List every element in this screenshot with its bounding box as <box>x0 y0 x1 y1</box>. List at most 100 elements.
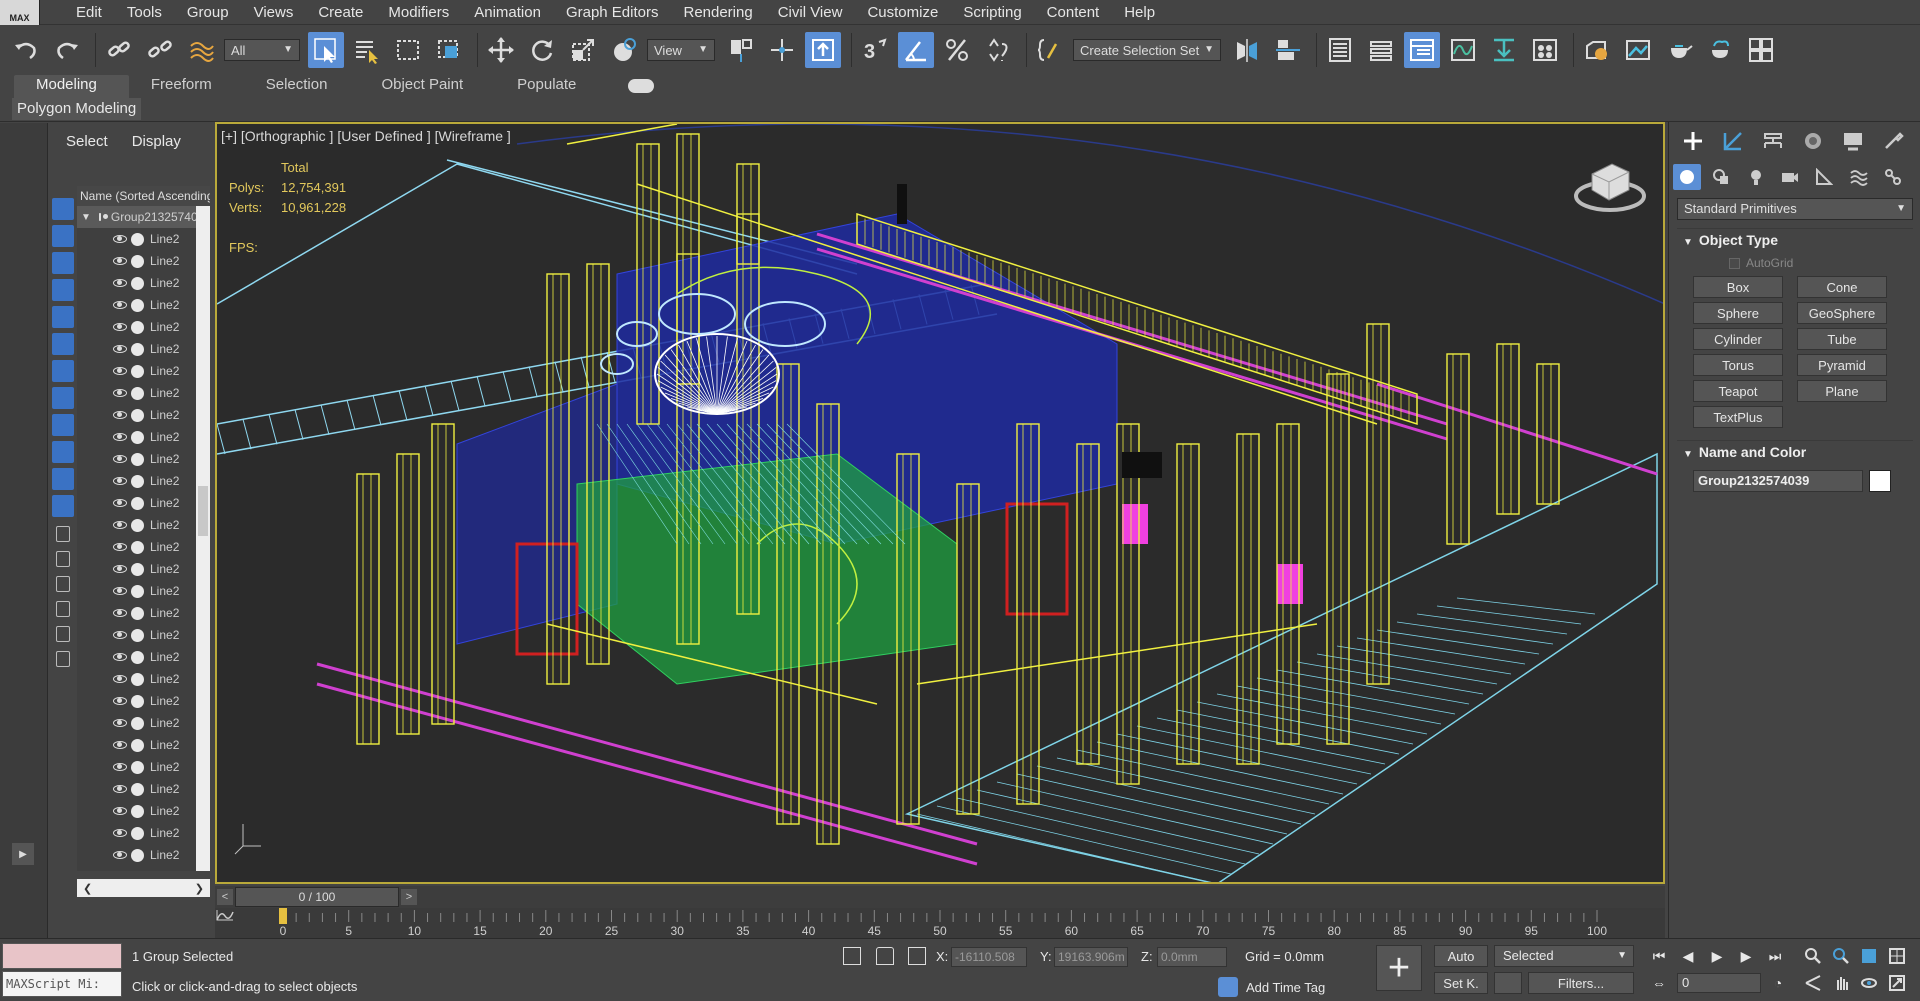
maxscript-mini-listener[interactable]: MAXScript Mi: <box>2 971 122 997</box>
select-and-rotate-button[interactable] <box>524 32 560 68</box>
use-pivot-center-button[interactable] <box>723 32 759 68</box>
scene-object-row[interactable]: Line2 <box>77 294 196 316</box>
primitive-pyramid-button[interactable]: Pyramid <box>1797 354 1887 376</box>
scrollbar-thumb[interactable] <box>198 486 208 536</box>
scene-object-row[interactable]: Line2 <box>77 514 196 536</box>
display-bones-icon[interactable] <box>52 414 74 436</box>
current-frame-field[interactable]: 0 <box>1677 973 1761 993</box>
scene-explorer-scrollbar[interactable] <box>196 206 210 871</box>
display-all-icon[interactable] <box>56 526 70 542</box>
edit-named-selection-button[interactable] <box>1032 32 1068 68</box>
scene-object-row[interactable]: Line2 <box>77 338 196 360</box>
track-bar[interactable]: 0 5 10 15 20 25 30 35 40 45 50 55 60 65 70 75 80 85 90 95 10… <box>215 908 1665 938</box>
visibility-eye-icon[interactable] <box>113 851 127 859</box>
menu-rendering[interactable]: Rendering <box>671 0 765 25</box>
scene-explorer-column-header[interactable]: Name (Sorted Ascending) <box>77 186 210 206</box>
systems-category[interactable] <box>1879 164 1907 190</box>
primitive-box-button[interactable]: Box <box>1693 276 1783 298</box>
menu-help[interactable]: Help <box>1112 0 1168 25</box>
display-none-icon[interactable] <box>56 551 70 567</box>
undo-button[interactable] <box>8 32 44 68</box>
primitive-cylinder-button[interactable]: Cylinder <box>1693 328 1783 350</box>
go-to-start-icon[interactable]: ⏮ <box>1649 946 1669 966</box>
menu-customize[interactable]: Customize <box>855 0 951 25</box>
geometry-category[interactable] <box>1673 164 1702 190</box>
select-and-place-button[interactable] <box>606 32 642 68</box>
next-frame-arrow[interactable]: > <box>401 889 417 905</box>
scene-object-row[interactable]: Line2 <box>77 470 196 492</box>
visibility-eye-icon[interactable] <box>113 301 127 309</box>
a360-gallery-button[interactable] <box>1743 32 1779 68</box>
viewcube-icon[interactable] <box>1574 163 1646 212</box>
scene-object-row[interactable]: Line2 <box>77 734 196 756</box>
ribbon-tab-populate[interactable]: Populate <box>495 75 608 98</box>
material-editor-button[interactable] <box>1527 32 1563 68</box>
display-xrefs-icon[interactable] <box>52 387 74 409</box>
visibility-eye-icon[interactable] <box>113 367 127 375</box>
rectangular-selection-region-button[interactable] <box>390 32 426 68</box>
orbit-icon[interactable] <box>1859 973 1879 993</box>
pan-view-icon[interactable] <box>1831 973 1851 993</box>
key-selection-set-dropdown[interactable]: Selected ▼ <box>1494 945 1634 967</box>
visibility-eye-icon[interactable] <box>113 345 127 353</box>
named-selection-set-dropdown[interactable]: Create Selection Set ▼ <box>1073 39 1221 61</box>
select-and-link-button[interactable] <box>101 32 137 68</box>
scene-object-row[interactable]: Line2 <box>77 250 196 272</box>
menu-views[interactable]: Views <box>242 0 307 25</box>
display-shapes-icon[interactable] <box>52 225 74 247</box>
toggle-scene-explorer-button[interactable] <box>1322 32 1358 68</box>
menu-graph-editors[interactable]: Graph Editors <box>554 0 672 25</box>
mirror-button[interactable] <box>1229 32 1265 68</box>
wireframe-scene[interactable] <box>217 124 1665 884</box>
primitive-cone-button[interactable]: Cone <box>1797 276 1887 298</box>
scene-object-row[interactable]: Line2 <box>77 558 196 580</box>
space-warps-category[interactable] <box>1844 164 1872 190</box>
visibility-eye-icon[interactable] <box>113 719 127 727</box>
zoom-extents-icon[interactable] <box>1859 946 1879 966</box>
selection-lock-icon[interactable] <box>876 947 894 965</box>
visibility-eye-icon[interactable] <box>113 257 127 265</box>
bind-to-space-warp-button[interactable] <box>183 32 219 68</box>
primitive-plane-button[interactable]: Plane <box>1797 380 1887 402</box>
scroll-left-icon[interactable]: ❮ <box>83 882 92 895</box>
menu-civil-view[interactable]: Civil View <box>766 0 856 25</box>
keyboard-shortcut-override-button[interactable] <box>805 32 841 68</box>
hierarchy-tab[interactable] <box>1753 126 1793 156</box>
visibility-eye-icon[interactable] <box>113 323 127 331</box>
create-tab[interactable] <box>1673 126 1713 156</box>
scene-object-row[interactable]: Line2 <box>77 404 196 426</box>
scene-object-row[interactable]: Line2 <box>77 448 196 470</box>
render-setup-button[interactable] <box>1579 32 1615 68</box>
viewport-perspective[interactable]: [+] [Orthographic ] [User Defined ] [Wir… <box>215 122 1665 884</box>
visibility-eye-icon[interactable] <box>113 411 127 419</box>
previous-key-icon[interactable]: ◀ <box>1678 946 1698 966</box>
z-coord-field[interactable]: 0.0mm <box>1157 947 1227 967</box>
scene-object-row[interactable]: Line2 <box>77 646 196 668</box>
scene-object-row[interactable]: Line2 <box>77 602 196 624</box>
zoom-extents-all-icon[interactable] <box>1887 946 1907 966</box>
toggle-layer-explorer-button[interactable] <box>1363 32 1399 68</box>
visibility-eye-icon[interactable] <box>113 477 127 485</box>
shapes-category[interactable] <box>1707 164 1735 190</box>
primitive-textplus-button[interactable]: TextPlus <box>1693 406 1783 428</box>
visibility-eye-icon[interactable] <box>113 697 127 705</box>
helpers-category[interactable] <box>1810 164 1838 190</box>
filter-icon[interactable] <box>56 626 70 642</box>
rendered-frame-window-button[interactable] <box>1620 32 1656 68</box>
scene-object-row[interactable]: Line2 <box>77 360 196 382</box>
display-groups-icon[interactable] <box>52 360 74 382</box>
angle-snap-toggle-button[interactable] <box>898 32 934 68</box>
scene-object-row[interactable]: Line2 <box>77 624 196 646</box>
curve-editor-button[interactable] <box>1445 32 1481 68</box>
reference-coordinate-dropdown[interactable]: View ▼ <box>647 39 715 61</box>
app-logo[interactable]: MAX <box>0 0 40 25</box>
scene-object-row[interactable]: Line2 <box>77 822 196 844</box>
y-coord-field[interactable]: 19163.906m <box>1054 947 1128 967</box>
visibility-eye-icon[interactable] <box>113 389 127 397</box>
expand-arrow-icon[interactable]: ▶ <box>12 843 34 865</box>
scene-object-row[interactable]: Line2 <box>77 492 196 514</box>
next-key-icon[interactable]: ▶ <box>1736 946 1756 966</box>
scene-object-row[interactable]: Line2 <box>77 844 196 866</box>
zoom-all-icon[interactable] <box>1831 946 1851 966</box>
maxscript-listener-output[interactable] <box>2 943 122 969</box>
